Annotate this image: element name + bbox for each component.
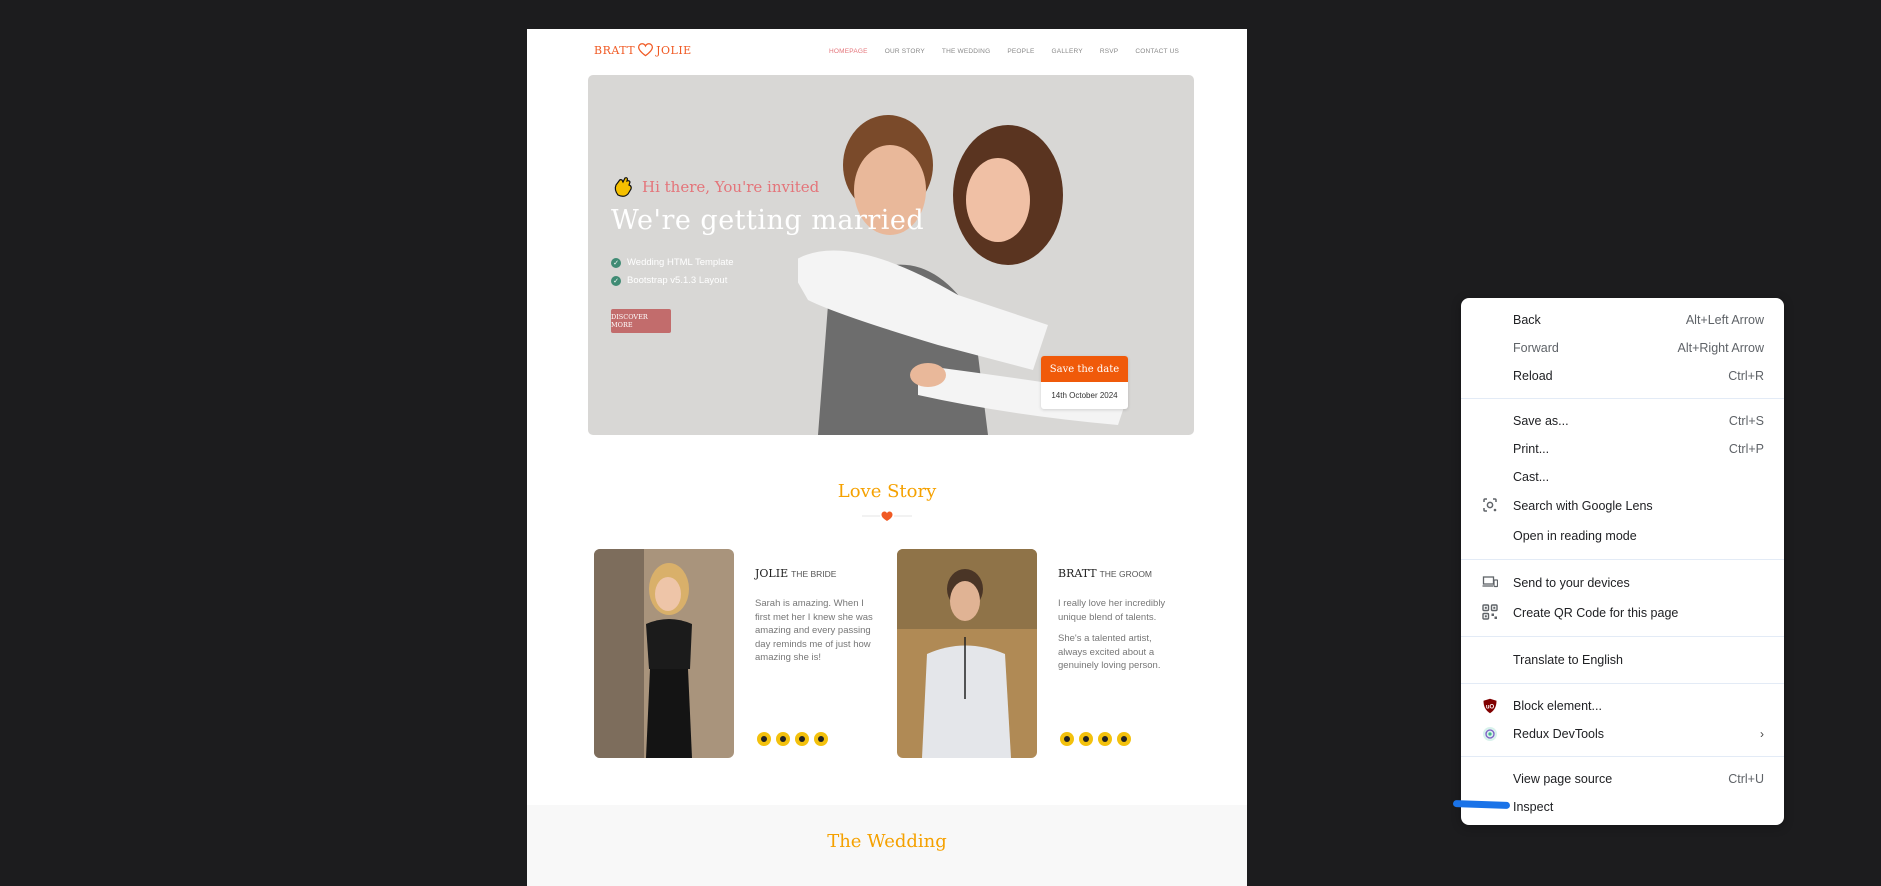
- wedding-title: The Wedding: [827, 831, 947, 852]
- bride-socials: [757, 732, 828, 746]
- discover-more-button[interactable]: DISCOVER MORE: [611, 309, 671, 333]
- check-icon: ✓: [611, 275, 621, 286]
- save-the-date-date: 14th October 2024: [1051, 391, 1118, 400]
- nav-link-rsvp[interactable]: RSVP: [1100, 48, 1119, 55]
- ublock-icon: uO: [1483, 698, 1497, 714]
- menu-item-create-qr-code[interactable]: Create QR Code for this page: [1461, 598, 1784, 628]
- whatsapp-icon[interactable]: [814, 732, 828, 746]
- svg-text:uO: uO: [1486, 705, 1495, 711]
- wedding-section: The Wedding: [527, 805, 1247, 886]
- nav-links: HOMEPAGE OUR STORY THE WEDDING PEOPLE GA…: [829, 48, 1179, 55]
- browser-context-menu: Back Alt+Left Arrow Forward Alt+Right Ar…: [1461, 298, 1784, 825]
- twitter-icon[interactable]: [776, 732, 790, 746]
- webpage: BRATT JOLIE HOMEPAGE OUR STORY THE WEDDI…: [527, 29, 1247, 886]
- menu-separator: [1461, 683, 1784, 684]
- menu-separator: [1461, 398, 1784, 399]
- heart-outline-icon: [638, 43, 654, 57]
- twitter-icon[interactable]: [1079, 732, 1093, 746]
- shortcut: Ctrl+P: [1728, 442, 1764, 456]
- menu-item-reload[interactable]: Reload Ctrl+R: [1461, 362, 1784, 390]
- site-logo[interactable]: BRATT JOLIE: [594, 43, 692, 57]
- shortcut: Alt+Left Arrow: [1685, 313, 1764, 327]
- menu-separator: [1461, 636, 1784, 637]
- menu-item-forward[interactable]: Forward Alt+Right Arrow: [1461, 334, 1784, 362]
- menu-separator: [1461, 559, 1784, 560]
- devices-icon: [1482, 576, 1498, 588]
- menu-item-reading-mode[interactable]: Open in reading mode: [1461, 521, 1784, 551]
- menu-item-search-google-lens[interactable]: Search with Google Lens: [1461, 491, 1784, 521]
- whatsapp-icon[interactable]: [1117, 732, 1131, 746]
- chevron-right-icon: ›: [1760, 727, 1764, 741]
- site-nav: BRATT JOLIE HOMEPAGE OUR STORY THE WEDDI…: [527, 29, 1247, 75]
- menu-separator: [1461, 756, 1784, 757]
- groom-socials: [1060, 732, 1131, 746]
- menu-item-back[interactable]: Back Alt+Left Arrow: [1461, 306, 1784, 334]
- nav-link-the-wedding[interactable]: THE WEDDING: [942, 48, 990, 55]
- groom-name: BRATT THE GROOM: [1058, 567, 1153, 580]
- instagram-icon[interactable]: [1098, 732, 1112, 746]
- feature-item: ✓ Wedding HTML Template: [611, 257, 734, 268]
- bride-bio: Sarah is amazing. When I first met her I…: [755, 598, 873, 663]
- nav-link-our-story[interactable]: OUR STORY: [885, 48, 925, 55]
- hero-feature-list: ✓ Wedding HTML Template ✓ Bootstrap v5.1.3…: [611, 257, 734, 293]
- shortcut: Ctrl+S: [1728, 414, 1764, 428]
- groom-bio: I really love her incredibly unique blen…: [1058, 598, 1166, 671]
- bride-photo: [594, 549, 734, 758]
- redux-icon: [1483, 727, 1497, 741]
- nav-link-gallery[interactable]: GALLERY: [1052, 48, 1083, 55]
- logo-right-text: JOLIE: [656, 43, 692, 57]
- waving-hand-icon: [614, 177, 632, 197]
- nav-link-contact-us[interactable]: CONTACT US: [1135, 48, 1179, 55]
- check-icon: ✓: [611, 257, 621, 268]
- save-the-date-title: Save the date: [1041, 356, 1128, 382]
- menu-item-save-as[interactable]: Save as... Ctrl+S: [1461, 407, 1784, 435]
- facebook-icon[interactable]: [757, 732, 771, 746]
- hero-banner: Hi there, You're invited We're getting m…: [588, 75, 1194, 435]
- google-lens-icon: [1483, 498, 1497, 512]
- shortcut: Ctrl+R: [1728, 369, 1764, 383]
- heart-divider: [862, 511, 912, 521]
- menu-item-cast[interactable]: Cast...: [1461, 463, 1784, 491]
- nav-link-homepage[interactable]: HOMEPAGE: [829, 48, 868, 55]
- hero-title: We're getting married: [611, 205, 925, 236]
- save-the-date-card: Save the date 14th October 2024: [1041, 356, 1128, 409]
- bride-name: JOLIE THE BRIDE: [755, 567, 837, 580]
- shortcut: Alt+Right Arrow: [1677, 341, 1765, 355]
- menu-item-redux-devtools[interactable]: Redux DevTools ›: [1461, 720, 1784, 748]
- menu-item-translate[interactable]: Translate to English: [1461, 645, 1784, 675]
- couple-photo: [798, 115, 1128, 435]
- greeting-text: Hi there, You're invited: [642, 178, 820, 196]
- logo-left-text: BRATT: [594, 43, 636, 57]
- menu-item-print[interactable]: Print... Ctrl+P: [1461, 435, 1784, 463]
- hero-greeting: Hi there, You're invited: [612, 175, 819, 199]
- love-story-title: Love Story: [837, 481, 937, 502]
- instagram-icon[interactable]: [795, 732, 809, 746]
- facebook-icon[interactable]: [1060, 732, 1074, 746]
- nav-link-people[interactable]: PEOPLE: [1007, 48, 1034, 55]
- shortcut: Ctrl+U: [1728, 772, 1764, 786]
- feature-item: ✓ Bootstrap v5.1.3 Layout: [611, 275, 734, 286]
- menu-item-send-to-devices[interactable]: Send to your devices: [1461, 568, 1784, 598]
- menu-item-block-element[interactable]: uO Block element...: [1461, 692, 1784, 720]
- menu-item-view-page-source[interactable]: View page source Ctrl+U: [1461, 765, 1784, 793]
- qr-code-icon: [1482, 604, 1498, 620]
- groom-photo: [897, 549, 1037, 758]
